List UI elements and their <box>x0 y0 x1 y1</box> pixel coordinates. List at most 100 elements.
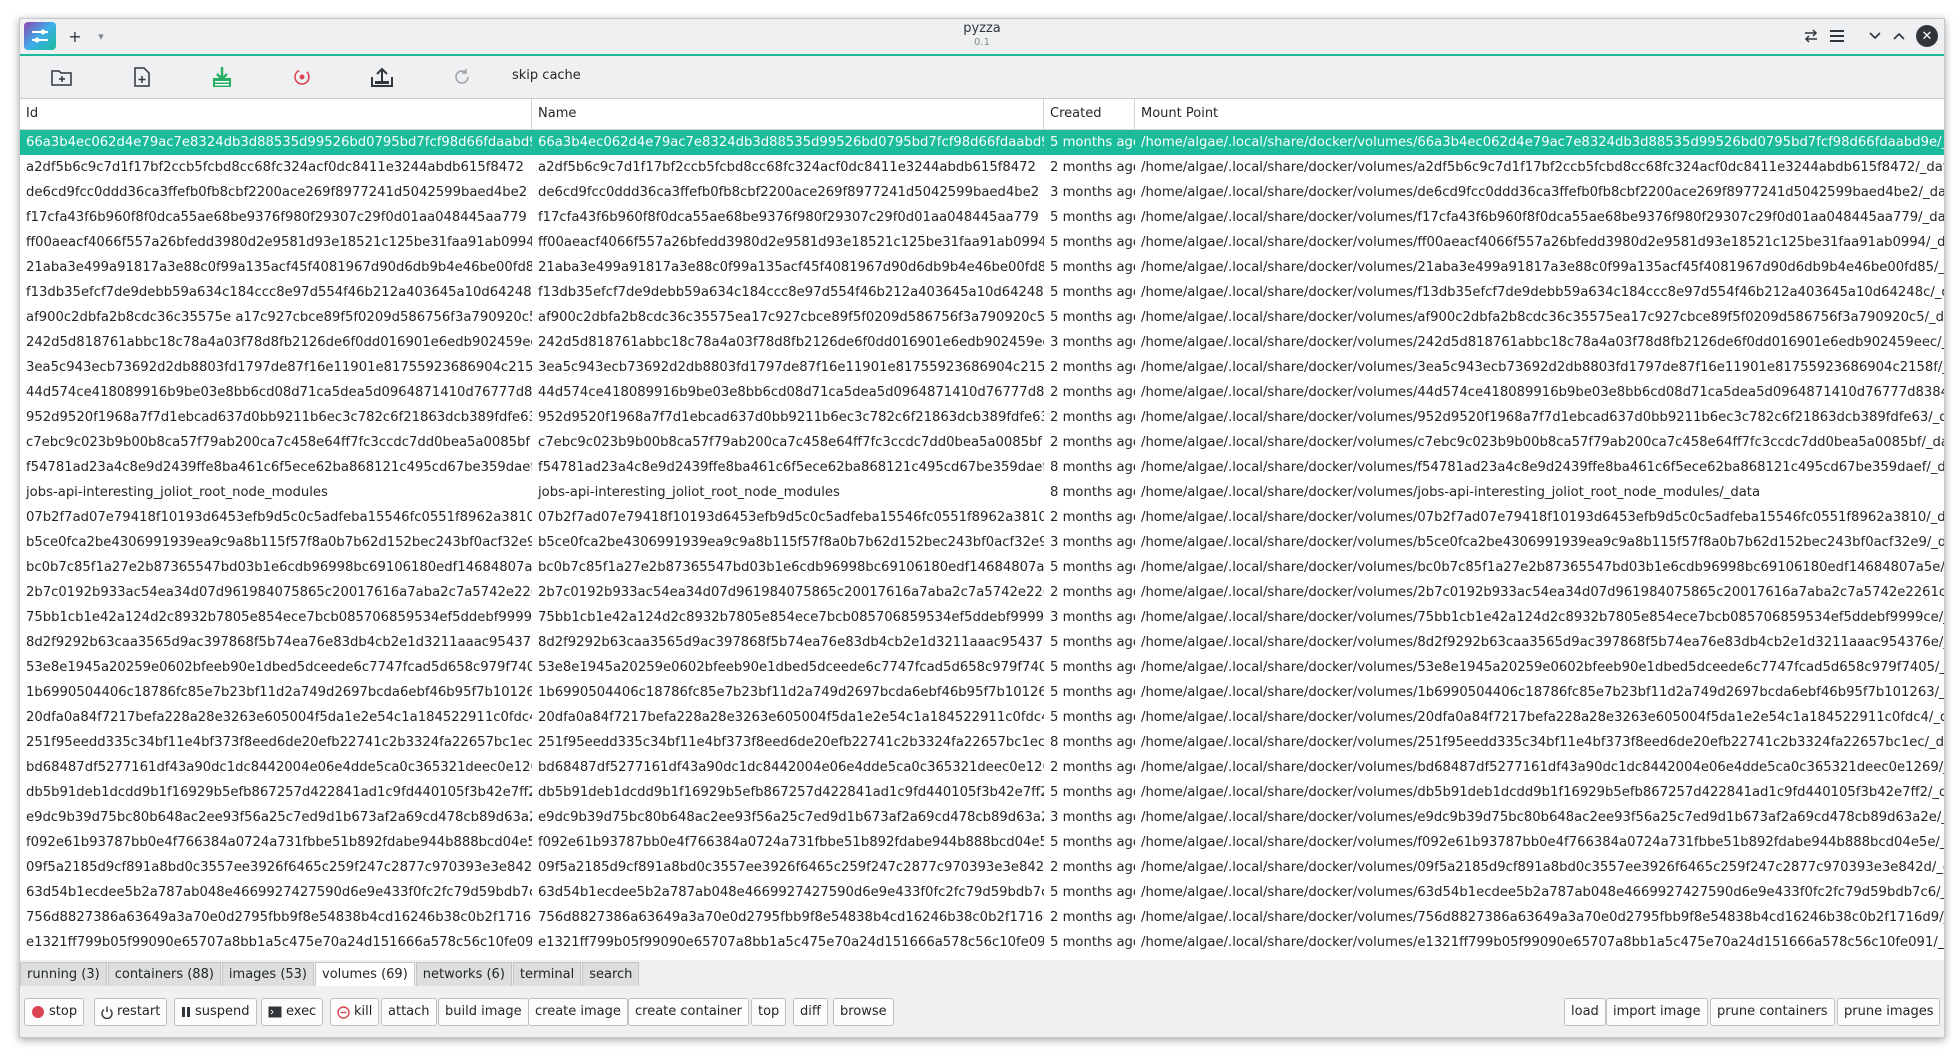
table-row[interactable]: jobs-api-interesting_joliot_root_node_mo… <box>20 480 1944 505</box>
tab-terminal[interactable]: terminal <box>512 962 582 986</box>
cell-name: 242d5d818761abbc18c78a4a03f78d8fb2126de6… <box>538 335 1044 350</box>
restart-button[interactable]: restart <box>94 998 168 1026</box>
table-row[interactable]: f13db35efcf7de9debb59a634c184ccc8e97d554… <box>20 280 1944 305</box>
cell-created: 3 months ago <box>1050 185 1135 200</box>
suspend-button[interactable]: suspend <box>174 998 257 1026</box>
diff-button[interactable]: diff <box>793 998 828 1026</box>
table-row[interactable]: a2df5b6c9c7d1f17bf2ccb5fcbd8cc68fc324acf… <box>20 155 1944 180</box>
cell-created: 2 months ago <box>1050 385 1135 400</box>
cell-name: e9dc9b39d75bc80b648ac2ee93f56a25c7ed9d1b… <box>538 810 1044 825</box>
table-row[interactable]: f54781ad23a4c8e9d2439ffe8ba461c6f5ece62b… <box>20 455 1944 480</box>
minimize-chevron-down-icon[interactable] <box>1864 25 1886 47</box>
hamburger-menu-icon[interactable] <box>1826 25 1848 47</box>
table-row[interactable]: 44d574ce418089916b9be03e8bb6cd08d71ca5de… <box>20 380 1944 405</box>
table-row[interactable]: b5ce0fca2be4306991939ea9c9a8b115f57f8a0b… <box>20 530 1944 555</box>
column-header-name[interactable]: Name <box>532 99 1044 129</box>
stop-circle-icon <box>31 1005 45 1019</box>
open-folder-icon[interactable] <box>50 65 74 89</box>
cell-id: 09f5a2185d9cf891a8bd0c3557ee3926f6465c25… <box>26 860 532 875</box>
table-row[interactable]: 242d5d818761abbc18c78a4a03f78d8fb2126de6… <box>20 330 1944 355</box>
volumes-table: Id Name Created Mount Point 66a3b4ec062d… <box>20 98 1944 960</box>
refresh-target-icon[interactable] <box>290 65 314 89</box>
cell-mount-point: /home/algae/.local/share/docker/volumes/… <box>1141 610 1944 625</box>
table-row[interactable]: e1321ff799b05f99090e65707a8bb1a5c475e70a… <box>20 930 1944 955</box>
pull-download-icon[interactable] <box>210 65 234 89</box>
close-window-icon[interactable]: ✕ <box>1916 25 1938 47</box>
table-body: 66a3b4ec062d4e79ac7e8324db3d88535d99526b… <box>20 130 1944 955</box>
cell-name: e1321ff799b05f99090e65707a8bb1a5c475e70a… <box>538 935 1044 950</box>
cell-mount-point: /home/algae/.local/share/docker/volumes/… <box>1141 460 1944 475</box>
cell-id: f13db35efcf7de9debb59a634c184ccc8e97d554… <box>26 285 532 300</box>
stop-button[interactable]: stop <box>24 998 85 1026</box>
import-image-button[interactable]: import image <box>1606 998 1708 1026</box>
cell-id: 3ea5c943ecb73692d2db8803fd1797de87f16e11… <box>26 360 532 375</box>
kill-button[interactable]: kill <box>330 998 380 1026</box>
top-button[interactable]: top <box>751 998 787 1026</box>
prune-images-button[interactable]: prune images <box>1837 998 1941 1026</box>
column-header-created[interactable]: Created <box>1044 99 1135 129</box>
cell-id: 44d574ce418089916b9be03e8bb6cd08d71ca5de… <box>26 385 532 400</box>
table-row[interactable]: f17cfa43f6b960f8f0dca55ae68be9376f980f29… <box>20 205 1944 230</box>
table-row[interactable]: c7ebc9c023b9b00b8ca57f79ab200ca7c458e64f… <box>20 430 1944 455</box>
table-row[interactable]: 2b7c0192b933ac54ea34d07d961984075865c200… <box>20 580 1944 605</box>
tab-volumes[interactable]: volumes (69) <box>315 962 415 986</box>
browse-button[interactable]: browse <box>833 998 894 1026</box>
table-row[interactable]: 756d8827386a63649a3a70e0d2795fbb9f8e5483… <box>20 905 1944 930</box>
swap-arrows-icon[interactable] <box>1800 25 1822 47</box>
action-bar: stop restart suspend exec kill attach bu… <box>24 998 1941 1028</box>
column-header-mount-point[interactable]: Mount Point <box>1135 99 1944 129</box>
table-row[interactable]: 21aba3e499a91817a3e88c0f99a135acf45f4081… <box>20 255 1944 280</box>
table-row[interactable]: ff00aeacf4066f557a26bfedd3980d2e9581d93e… <box>20 230 1944 255</box>
table-row[interactable]: 09f5a2185d9cf891a8bd0c3557ee3926f6465c25… <box>20 855 1944 880</box>
prune-containers-button[interactable]: prune containers <box>1710 998 1835 1026</box>
table-row[interactable]: 20dfa0a84f7217befa228a28e3263e605004f5da… <box>20 705 1944 730</box>
table-row[interactable]: 53e8e1945a20259e0602bfeeb90e1dbed5dceede… <box>20 655 1944 680</box>
build-image-button[interactable]: build image <box>438 998 529 1026</box>
tab-running[interactable]: running (3) <box>20 962 107 986</box>
table-row[interactable]: 8d2f9292b63caa3565d9ac397868f5b74ea76e83… <box>20 630 1944 655</box>
table-row[interactable]: 63d54b1ecdee5b2a787ab048e4669927427590d6… <box>20 880 1944 905</box>
cell-name: a2df5b6c9c7d1f17bf2ccb5fcbd8cc68fc324acf… <box>538 160 1036 175</box>
tab-search[interactable]: search <box>582 962 640 986</box>
create-image-button[interactable]: create image <box>528 998 628 1026</box>
cell-mount-point: /home/algae/.local/share/docker/volumes/… <box>1141 760 1944 775</box>
cell-name: 09f5a2185d9cf891a8bd0c3557ee3926f6465c25… <box>538 860 1044 875</box>
cell-name: af900c2dbfa2b8cdc36c35575ea17c927cbce89f… <box>538 310 1044 325</box>
reload-icon[interactable] <box>450 65 474 89</box>
tab-images[interactable]: images (53) <box>221 962 315 986</box>
table-row[interactable]: db5b91deb1dcdd9b1f16929b5efb867257d42284… <box>20 780 1944 805</box>
upload-export-icon[interactable] <box>370 65 394 89</box>
table-row[interactable]: 251f95eedd335c34bf11e4bf373f8eed6de20efb… <box>20 730 1944 755</box>
table-row[interactable]: 952d9520f1968a7f7d1ebcad637d0bb9211b6ec3… <box>20 405 1944 430</box>
table-row[interactable]: bd68487df5277161df43a90dc1dc8442004e06e4… <box>20 755 1944 780</box>
attach-button[interactable]: attach <box>381 998 437 1026</box>
tab-containers[interactable]: containers (88) <box>107 962 221 986</box>
table-row[interactable]: de6cd9fcc0ddd36ca3ffefb0fb8cbf2200ace269… <box>20 180 1944 205</box>
cell-created: 5 months ago <box>1050 635 1135 650</box>
tab-networks[interactable]: networks (6) <box>415 962 512 986</box>
cell-name: 2b7c0192b933ac54ea34d07d961984075865c200… <box>538 585 1044 600</box>
maximize-chevron-up-icon[interactable] <box>1888 25 1910 47</box>
table-row[interactable]: bc0b7c85f1a27e2b87365547bd03b1e6cdb96998… <box>20 555 1944 580</box>
table-row[interactable]: 07b2f7ad07e79418f10193d6453efb9d5c0c5adf… <box>20 505 1944 530</box>
cell-created: 5 months ago <box>1050 785 1135 800</box>
table-row[interactable]: 75bb1cb1e42a124d2c8932b7805e854ece7bcb08… <box>20 605 1944 630</box>
load-button[interactable]: load <box>1564 998 1606 1026</box>
table-row[interactable]: 3ea5c943ecb73692d2db8803fd1797de87f16e11… <box>20 355 1944 380</box>
cell-id: 251f95eedd335c34bf11e4bf373f8eed6de20efb… <box>26 735 532 750</box>
table-row[interactable]: e9dc9b39d75bc80b648ac2ee93f56a25c7ed9d1b… <box>20 805 1944 830</box>
cell-id: e9dc9b39d75bc80b648ac2ee93f56a25c7ed9d1b… <box>26 810 532 825</box>
create-container-button[interactable]: create container <box>628 998 749 1026</box>
table-row[interactable]: f092e61b93787bb0e4f766384a0724a731fbbe51… <box>20 830 1944 855</box>
exec-button[interactable]: exec <box>261 998 324 1026</box>
cell-name: f54781ad23a4c8e9d2439ffe8ba461c6f5ece62b… <box>538 460 1044 475</box>
table-row[interactable]: 1b6990504406c18786fc85e7b23bf11d2a749d26… <box>20 680 1944 705</box>
column-header-id[interactable]: Id <box>20 99 532 129</box>
table-header: Id Name Created Mount Point <box>20 99 1944 130</box>
new-file-icon[interactable] <box>130 65 154 89</box>
table-row[interactable]: 66a3b4ec062d4e79ac7e8324db3d88535d99526b… <box>20 130 1944 155</box>
terminal-icon <box>268 1006 282 1018</box>
table-row[interactable]: af900c2dbfa2b8cdc36c35575e a17c927cbce89… <box>20 305 1944 330</box>
skip-cache-toggle[interactable]: skip cache <box>512 68 581 83</box>
cell-name: 44d574ce418089916b9be03e8bb6cd08d71ca5de… <box>538 385 1044 400</box>
